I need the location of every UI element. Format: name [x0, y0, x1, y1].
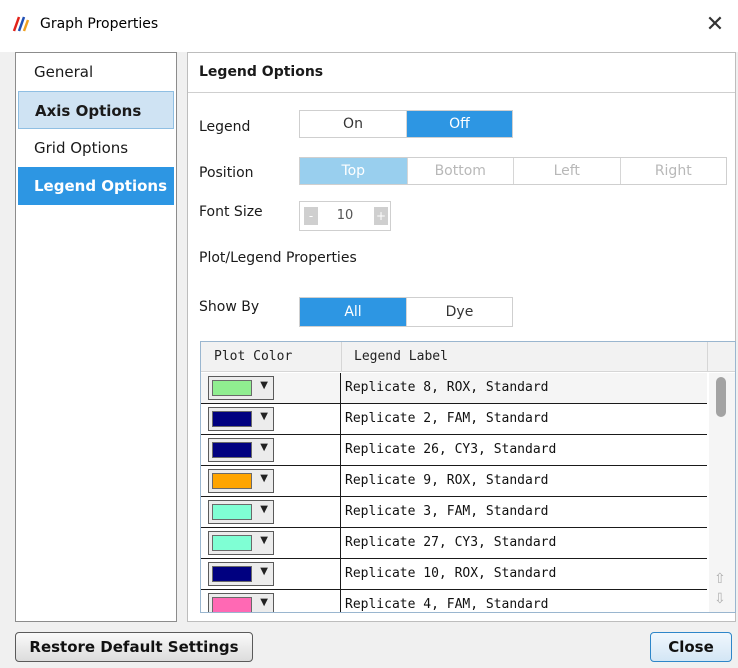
column-header-plot-color[interactable]: Plot Color — [201, 342, 292, 372]
sidebar-item-legend-options[interactable]: Legend Options — [18, 167, 174, 205]
color-swatch — [212, 442, 252, 458]
legend-label: Legend — [199, 119, 251, 135]
legend-label-cell[interactable]: Replicate 4, FAM, Standard — [345, 590, 549, 612]
table-row[interactable]: ▼ Replicate 4, FAM, Standard — [201, 590, 707, 612]
plot-color-dropdown[interactable]: ▼ — [208, 593, 274, 612]
legend-toggle: On Off — [299, 110, 513, 138]
plot-color-dropdown[interactable]: ▼ — [208, 469, 274, 493]
color-swatch — [212, 504, 252, 520]
legend-off-button[interactable]: Off — [406, 111, 512, 137]
table-row[interactable]: ▼ Replicate 10, ROX, Standard — [201, 559, 707, 590]
position-bottom-button[interactable]: Bottom — [406, 158, 514, 184]
legend-label-cell[interactable]: Replicate 9, ROX, Standard — [345, 466, 549, 496]
sidebar-item-general[interactable]: General — [18, 53, 174, 91]
close-window-icon[interactable]: ✕ — [700, 10, 730, 40]
show-by-label: Show By — [199, 299, 260, 315]
chevron-down-icon: ▼ — [260, 597, 268, 608]
font-size-increase-button[interactable]: + — [374, 207, 388, 225]
position-top-button[interactable]: Top — [300, 158, 407, 184]
table-row[interactable]: ▼ Replicate 9, ROX, Standard — [201, 466, 707, 497]
color-swatch — [212, 597, 252, 612]
legend-label-cell[interactable]: Replicate 27, CY3, Standard — [345, 528, 556, 558]
table-header: Plot Color Legend Label — [201, 342, 735, 372]
font-size-value[interactable]: 10 — [330, 208, 360, 223]
font-size-decrease-button[interactable]: - — [304, 207, 318, 225]
plot-legend-table: Plot Color Legend Label ▼ Replicate 8, R… — [200, 341, 736, 613]
graph-app-icon — [12, 15, 30, 33]
chevron-down-icon: ▼ — [260, 473, 268, 484]
show-by-dye-button[interactable]: Dye — [406, 298, 512, 326]
show-by-all-button[interactable]: All — [300, 298, 406, 326]
position-selector: Top Bottom Left Right — [299, 157, 727, 185]
legend-label-cell[interactable]: Replicate 3, FAM, Standard — [345, 497, 549, 527]
close-button[interactable]: Close — [650, 632, 732, 662]
color-swatch — [212, 411, 252, 427]
sidebar-item-axis-options[interactable]: Axis Options — [18, 91, 174, 129]
legend-label-cell[interactable]: Replicate 26, CY3, Standard — [345, 435, 556, 465]
table-row[interactable]: ▼ Replicate 27, CY3, Standard — [201, 528, 707, 559]
restore-default-settings-button[interactable]: Restore Default Settings — [15, 632, 253, 662]
column-header-legend-label[interactable]: Legend Label — [341, 342, 448, 372]
color-swatch — [212, 535, 252, 551]
show-by-toggle: All Dye — [299, 297, 513, 327]
chevron-down-icon: ▼ — [260, 535, 268, 546]
plot-color-dropdown[interactable]: ▼ — [208, 500, 274, 524]
plot-legend-properties-heading: Plot/Legend Properties — [199, 250, 357, 266]
chevron-down-icon: ▼ — [260, 504, 268, 515]
table-row[interactable]: ▼ Replicate 8, ROX, Standard — [201, 373, 707, 404]
plot-color-dropdown[interactable]: ▼ — [208, 562, 274, 586]
scroll-up-icon[interactable]: ⇧ — [714, 571, 726, 587]
position-right-button[interactable]: Right — [619, 158, 727, 184]
legend-label-cell[interactable]: Replicate 8, ROX, Standard — [345, 373, 549, 403]
color-swatch — [212, 380, 252, 396]
table-scrollbar[interactable]: ⇧ ⇩ — [709, 373, 735, 612]
legend-label-cell[interactable]: Replicate 2, FAM, Standard — [345, 404, 549, 434]
table-row[interactable]: ▼ Replicate 3, FAM, Standard — [201, 497, 707, 528]
scroll-down-icon[interactable]: ⇩ — [714, 591, 726, 607]
title-bar: Graph Properties ✕ — [0, 0, 738, 52]
legend-on-button[interactable]: On — [300, 111, 406, 137]
chevron-down-icon: ▼ — [260, 411, 268, 422]
scrollbar-thumb[interactable] — [716, 377, 726, 417]
plot-color-dropdown[interactable]: ▼ — [208, 376, 274, 400]
plot-color-dropdown[interactable]: ▼ — [208, 531, 274, 555]
table-row[interactable]: ▼ Replicate 2, FAM, Standard — [201, 404, 707, 435]
table-row[interactable]: ▼ Replicate 26, CY3, Standard — [201, 435, 707, 466]
font-size-stepper: - 10 + — [299, 201, 391, 231]
legend-options-panel: Legend Options Legend On Off Position To… — [187, 52, 736, 622]
window-title: Graph Properties — [40, 16, 159, 32]
font-size-label: Font Size — [199, 204, 263, 220]
legend-label-cell[interactable]: Replicate 10, ROX, Standard — [345, 559, 556, 589]
chevron-down-icon: ▼ — [260, 566, 268, 577]
chevron-down-icon: ▼ — [260, 380, 268, 391]
position-label: Position — [199, 165, 254, 181]
sidebar: General Axis Options Grid Options Legend… — [15, 52, 177, 622]
plot-color-dropdown[interactable]: ▼ — [208, 438, 274, 462]
panel-title: Legend Options — [188, 53, 735, 93]
color-swatch — [212, 566, 252, 582]
sidebar-item-grid-options[interactable]: Grid Options — [18, 129, 174, 167]
chevron-down-icon: ▼ — [260, 442, 268, 453]
position-left-button[interactable]: Left — [513, 158, 620, 184]
plot-color-dropdown[interactable]: ▼ — [208, 407, 274, 431]
color-swatch — [212, 473, 252, 489]
